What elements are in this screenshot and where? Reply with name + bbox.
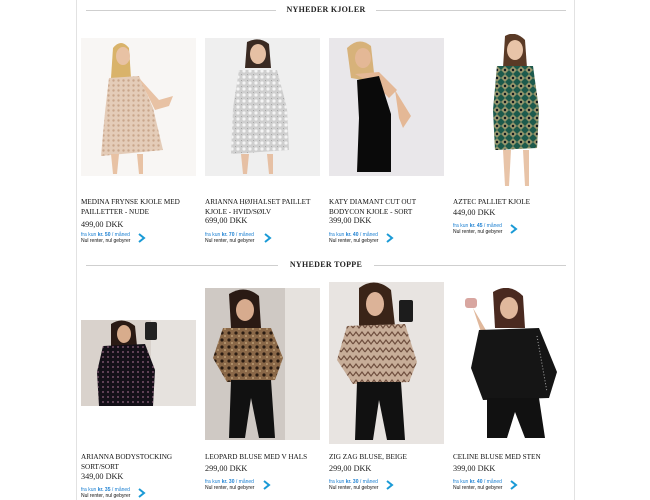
chevron-right-icon[interactable] xyxy=(386,480,394,490)
product-card[interactable]: CELINE BLUSE MED STEN 399,00 DKK fra kun… xyxy=(453,282,568,500)
product-price: 499,00 DKK xyxy=(81,220,124,229)
finance-note: Nul renter, nul gebyrer xyxy=(81,493,131,499)
product-image[interactable] xyxy=(81,320,196,406)
finance-info: fra kun kr. 45 / måned Nul renter, nul g… xyxy=(453,223,533,235)
section-header-dresses: NYHEDER KJOLER xyxy=(86,3,566,17)
product-price: 349,00 DKK xyxy=(81,472,124,481)
product-image[interactable] xyxy=(453,34,568,190)
chevron-right-icon[interactable] xyxy=(386,233,394,243)
product-name[interactable]: MEDINA FRYNSE KJOLE MED PAILLETTER - NUD… xyxy=(81,197,199,217)
product-image[interactable] xyxy=(205,38,320,176)
product-image[interactable] xyxy=(81,38,196,176)
finance-note: Nul renter, nul gebyrer xyxy=(205,238,255,244)
product-card[interactable]: MEDINA FRYNSE KJOLE MED PAILLETTER - NUD… xyxy=(81,38,196,248)
finance-note: Nul renter, nul gebyrer xyxy=(205,485,255,491)
product-name[interactable]: AZTEC PALLIET KJOLE xyxy=(453,197,571,207)
chevron-right-icon[interactable] xyxy=(510,480,518,490)
product-price: 399,00 DKK xyxy=(453,464,496,473)
product-name[interactable]: ARIANNA BODYSTOCKING SORT/SORT xyxy=(81,452,199,472)
product-image[interactable] xyxy=(329,282,444,444)
finance-note: Nul renter, nul gebyrer xyxy=(81,238,131,244)
chevron-right-icon[interactable] xyxy=(138,488,146,498)
chevron-right-icon[interactable] xyxy=(510,224,518,234)
product-price: 399,00 DKK xyxy=(329,216,372,225)
finance-info: fra kun kr. 35 / måned Nul renter, nul g… xyxy=(81,487,161,499)
product-price: 699,00 DKK xyxy=(205,216,248,225)
product-name[interactable]: LEOPARD BLUSE MED V HALS xyxy=(205,452,323,462)
finance-note: Nul renter, nul gebyrer xyxy=(453,485,503,491)
finance-info: fra kun kr. 30 / måned Nul renter, nul g… xyxy=(329,479,409,491)
product-card[interactable]: ARIANNA BODYSTOCKING SORT/SORT 349,00 DK… xyxy=(81,282,196,500)
section-title: NYHEDER KJOLER xyxy=(280,5,372,14)
product-name[interactable]: CELINE BLUSE MED STEN xyxy=(453,452,571,462)
chevron-right-icon[interactable] xyxy=(264,233,272,243)
finance-note: Nul renter, nul gebyrer xyxy=(329,238,379,244)
product-image[interactable] xyxy=(205,288,320,440)
product-name[interactable]: ZIG ZAG BLUSE, BEIGE xyxy=(329,452,447,462)
product-card[interactable]: LEOPARD BLUSE MED V HALS 299,00 DKK fra … xyxy=(205,282,320,500)
chevron-right-icon[interactable] xyxy=(263,480,271,490)
finance-note: Nul renter, nul gebyrer xyxy=(329,485,379,491)
product-price: 299,00 DKK xyxy=(205,464,248,473)
product-card[interactable]: ZIG ZAG BLUSE, BEIGE 299,00 DKK fra kun … xyxy=(329,282,444,500)
finance-info: fra kun kr. 30 / måned Nul renter, nul g… xyxy=(205,479,285,491)
product-name[interactable]: KATY DIAMANT CUT OUT BODYCON KJOLE - SOR… xyxy=(329,197,447,217)
product-price: 299,00 DKK xyxy=(329,464,372,473)
product-price: 449,00 DKK xyxy=(453,208,496,217)
product-card[interactable]: ARIANNA HØJHALSET PAILLET KJOLE - HVID/S… xyxy=(205,38,320,248)
finance-info: fra kun kr. 70 / måned Nul renter, nul g… xyxy=(205,232,285,244)
section-title: NYHEDER TOPPE xyxy=(283,260,369,269)
product-card[interactable]: AZTEC PALLIET KJOLE 449,00 DKK fra kun k… xyxy=(453,34,571,248)
product-image[interactable] xyxy=(329,38,444,176)
finance-info: fra kun kr. 40 / måned Nul renter, nul g… xyxy=(329,232,409,244)
finance-note: Nul renter, nul gebyrer xyxy=(453,229,503,235)
chevron-right-icon[interactable] xyxy=(138,233,146,243)
finance-info: fra kun kr. 40 / måned Nul renter, nul g… xyxy=(453,479,533,491)
section-header-tops: NYHEDER TOPPE xyxy=(86,258,566,272)
product-card[interactable]: KATY DIAMANT CUT OUT BODYCON KJOLE - SOR… xyxy=(329,38,444,248)
product-image[interactable] xyxy=(453,288,568,440)
product-name[interactable]: ARIANNA HØJHALSET PAILLET KJOLE - HVID/S… xyxy=(205,197,323,217)
finance-info: fra kun kr. 50 / måned Nul renter, nul g… xyxy=(81,232,161,244)
